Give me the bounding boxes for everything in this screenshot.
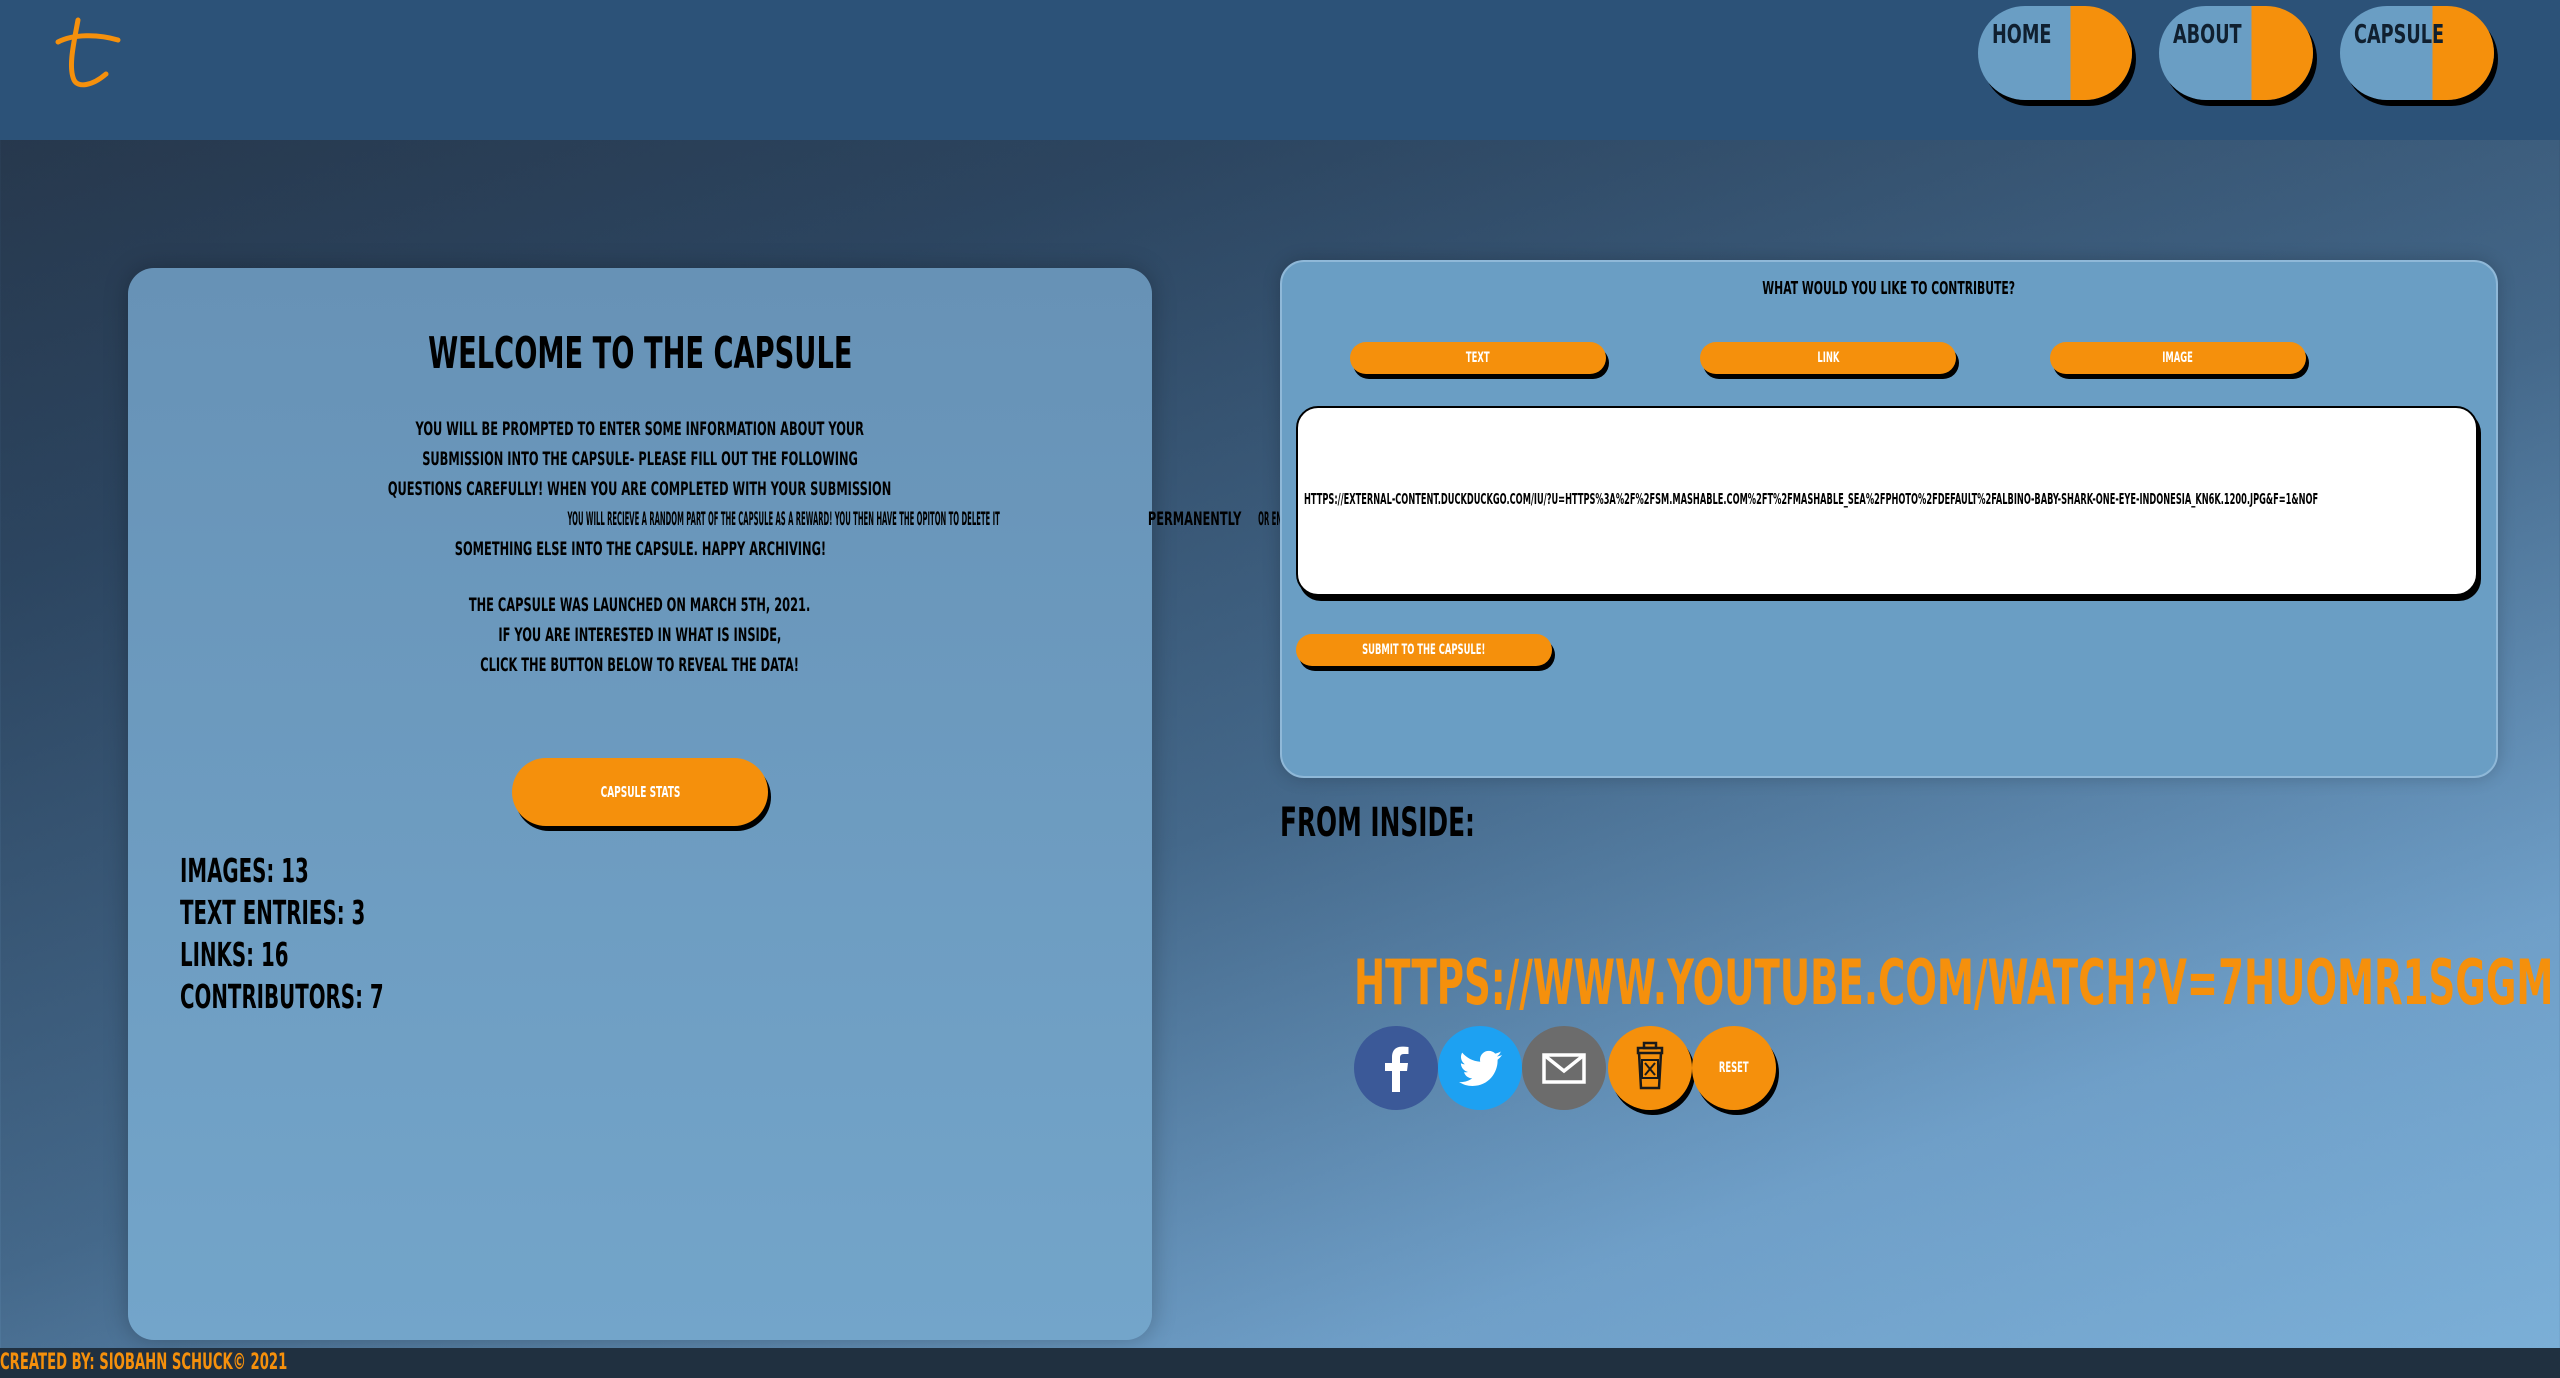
- option-link-button[interactable]: LINK: [1700, 342, 1956, 374]
- email-icon: [1542, 1053, 1586, 1084]
- contribution-input[interactable]: HTTPS://EXTERNAL-CONTENT.DUCKDUCKGO.COM/…: [1296, 406, 2478, 596]
- intro-line-5: SOMETHING ELSE INTO THE CAPSULE. HAPPY A…: [454, 538, 826, 560]
- contribution-input-value: HTTPS://EXTERNAL-CONTENT.DUCKDUCKGO.COM/…: [1304, 490, 2319, 508]
- nav-home-button[interactable]: HOME: [1978, 6, 2132, 100]
- launch-paragraph: THE CAPSULE WAS LAUNCHED ON MARCH 5TH, 2…: [128, 590, 1152, 680]
- twitter-icon: [1459, 1050, 1502, 1086]
- nav-capsule-label: CAPSULE: [2354, 20, 2445, 50]
- welcome-panel: WELCOME TO THE CAPSULE YOU WILL BE PROMP…: [128, 268, 1297, 1340]
- delete-button[interactable]: [1608, 1026, 1692, 1110]
- intro-emphasis: PERMANENTLY: [1147, 508, 1242, 530]
- top-header: HOME ABOUT CAPSULE: [0, 0, 2560, 140]
- intro-line-4: YOU WILL RECIEVE A RANDOM PART OF THE CA…: [567, 508, 1297, 530]
- launch-line-2: IF YOU ARE INTERESTED IN WHAT IS INSIDE,: [498, 624, 782, 646]
- intro-line-2: SUBMISSION INTO THE CAPSULE- PLEASE FILL…: [422, 448, 858, 470]
- logo-icon[interactable]: [48, 12, 123, 92]
- stat-images: IMAGES: 13: [180, 851, 309, 890]
- capsule-stats-button[interactable]: CAPSULE STATS: [512, 758, 768, 826]
- trash-icon: [1636, 1041, 1664, 1090]
- contribute-question: WHAT WOULD YOU LIKE TO CONTRIBUTE?: [1762, 278, 2016, 299]
- footer: CREATED BY: SIOBAHN SCHUCK© 2021: [0, 1348, 2560, 1378]
- launch-line-3: CLICK THE BUTTON BELOW TO REVEAL THE DAT…: [480, 654, 800, 676]
- email-share-button[interactable]: [1522, 1026, 1606, 1110]
- inside-link[interactable]: HTTPS://WWW.YOUTUBE.COM/WATCH?V=7HUOMR1S…: [1354, 946, 2560, 1019]
- nav-about-label: ABOUT: [2173, 20, 2242, 50]
- stats-list: IMAGES: 13 TEXT ENTRIES: 3 LINKS: 16 CON…: [180, 850, 519, 1018]
- nav-about-button[interactable]: ABOUT: [2159, 6, 2313, 100]
- stat-contributors: CONTRIBUTORS: 7: [180, 977, 384, 1016]
- option-image-button[interactable]: IMAGE: [2050, 342, 2306, 374]
- intro-line-3: QUESTIONS CAREFULLY! WHEN YOU ARE COMPLE…: [388, 478, 892, 500]
- nav-home-label: HOME: [1992, 20, 2052, 50]
- launch-line-1: THE CAPSULE WAS LAUNCHED ON MARCH 5TH, 2…: [469, 594, 811, 616]
- from-inside-heading: FROM INSIDE:: [1280, 800, 1475, 846]
- nav-capsule-button[interactable]: CAPSULE: [2340, 6, 2494, 100]
- welcome-title: WELCOME TO THE CAPSULE: [427, 328, 853, 379]
- facebook-share-button[interactable]: [1354, 1026, 1438, 1110]
- reset-button[interactable]: RESET: [1692, 1026, 1776, 1110]
- twitter-share-button[interactable]: [1438, 1026, 1522, 1110]
- facebook-icon: [1385, 1046, 1409, 1092]
- intro-paragraph: YOU WILL BE PROMPTED TO ENTER SOME INFOR…: [128, 414, 1296, 564]
- stat-text-entries: TEXT ENTRIES: 3: [180, 893, 366, 932]
- option-text-button[interactable]: TEXT: [1350, 342, 1606, 374]
- stat-links: LINKS: 16: [180, 935, 289, 974]
- contribute-panel: WHAT WOULD YOU LIKE TO CONTRIBUTE? TEXT …: [1280, 260, 2498, 778]
- submit-button[interactable]: SUBMIT TO THE CAPSULE!: [1296, 634, 1552, 666]
- intro-line-1: YOU WILL BE PROMPTED TO ENTER SOME INFOR…: [415, 418, 865, 440]
- footer-credit: CREATED BY: SIOBAHN SCHUCK© 2021: [0, 1350, 288, 1375]
